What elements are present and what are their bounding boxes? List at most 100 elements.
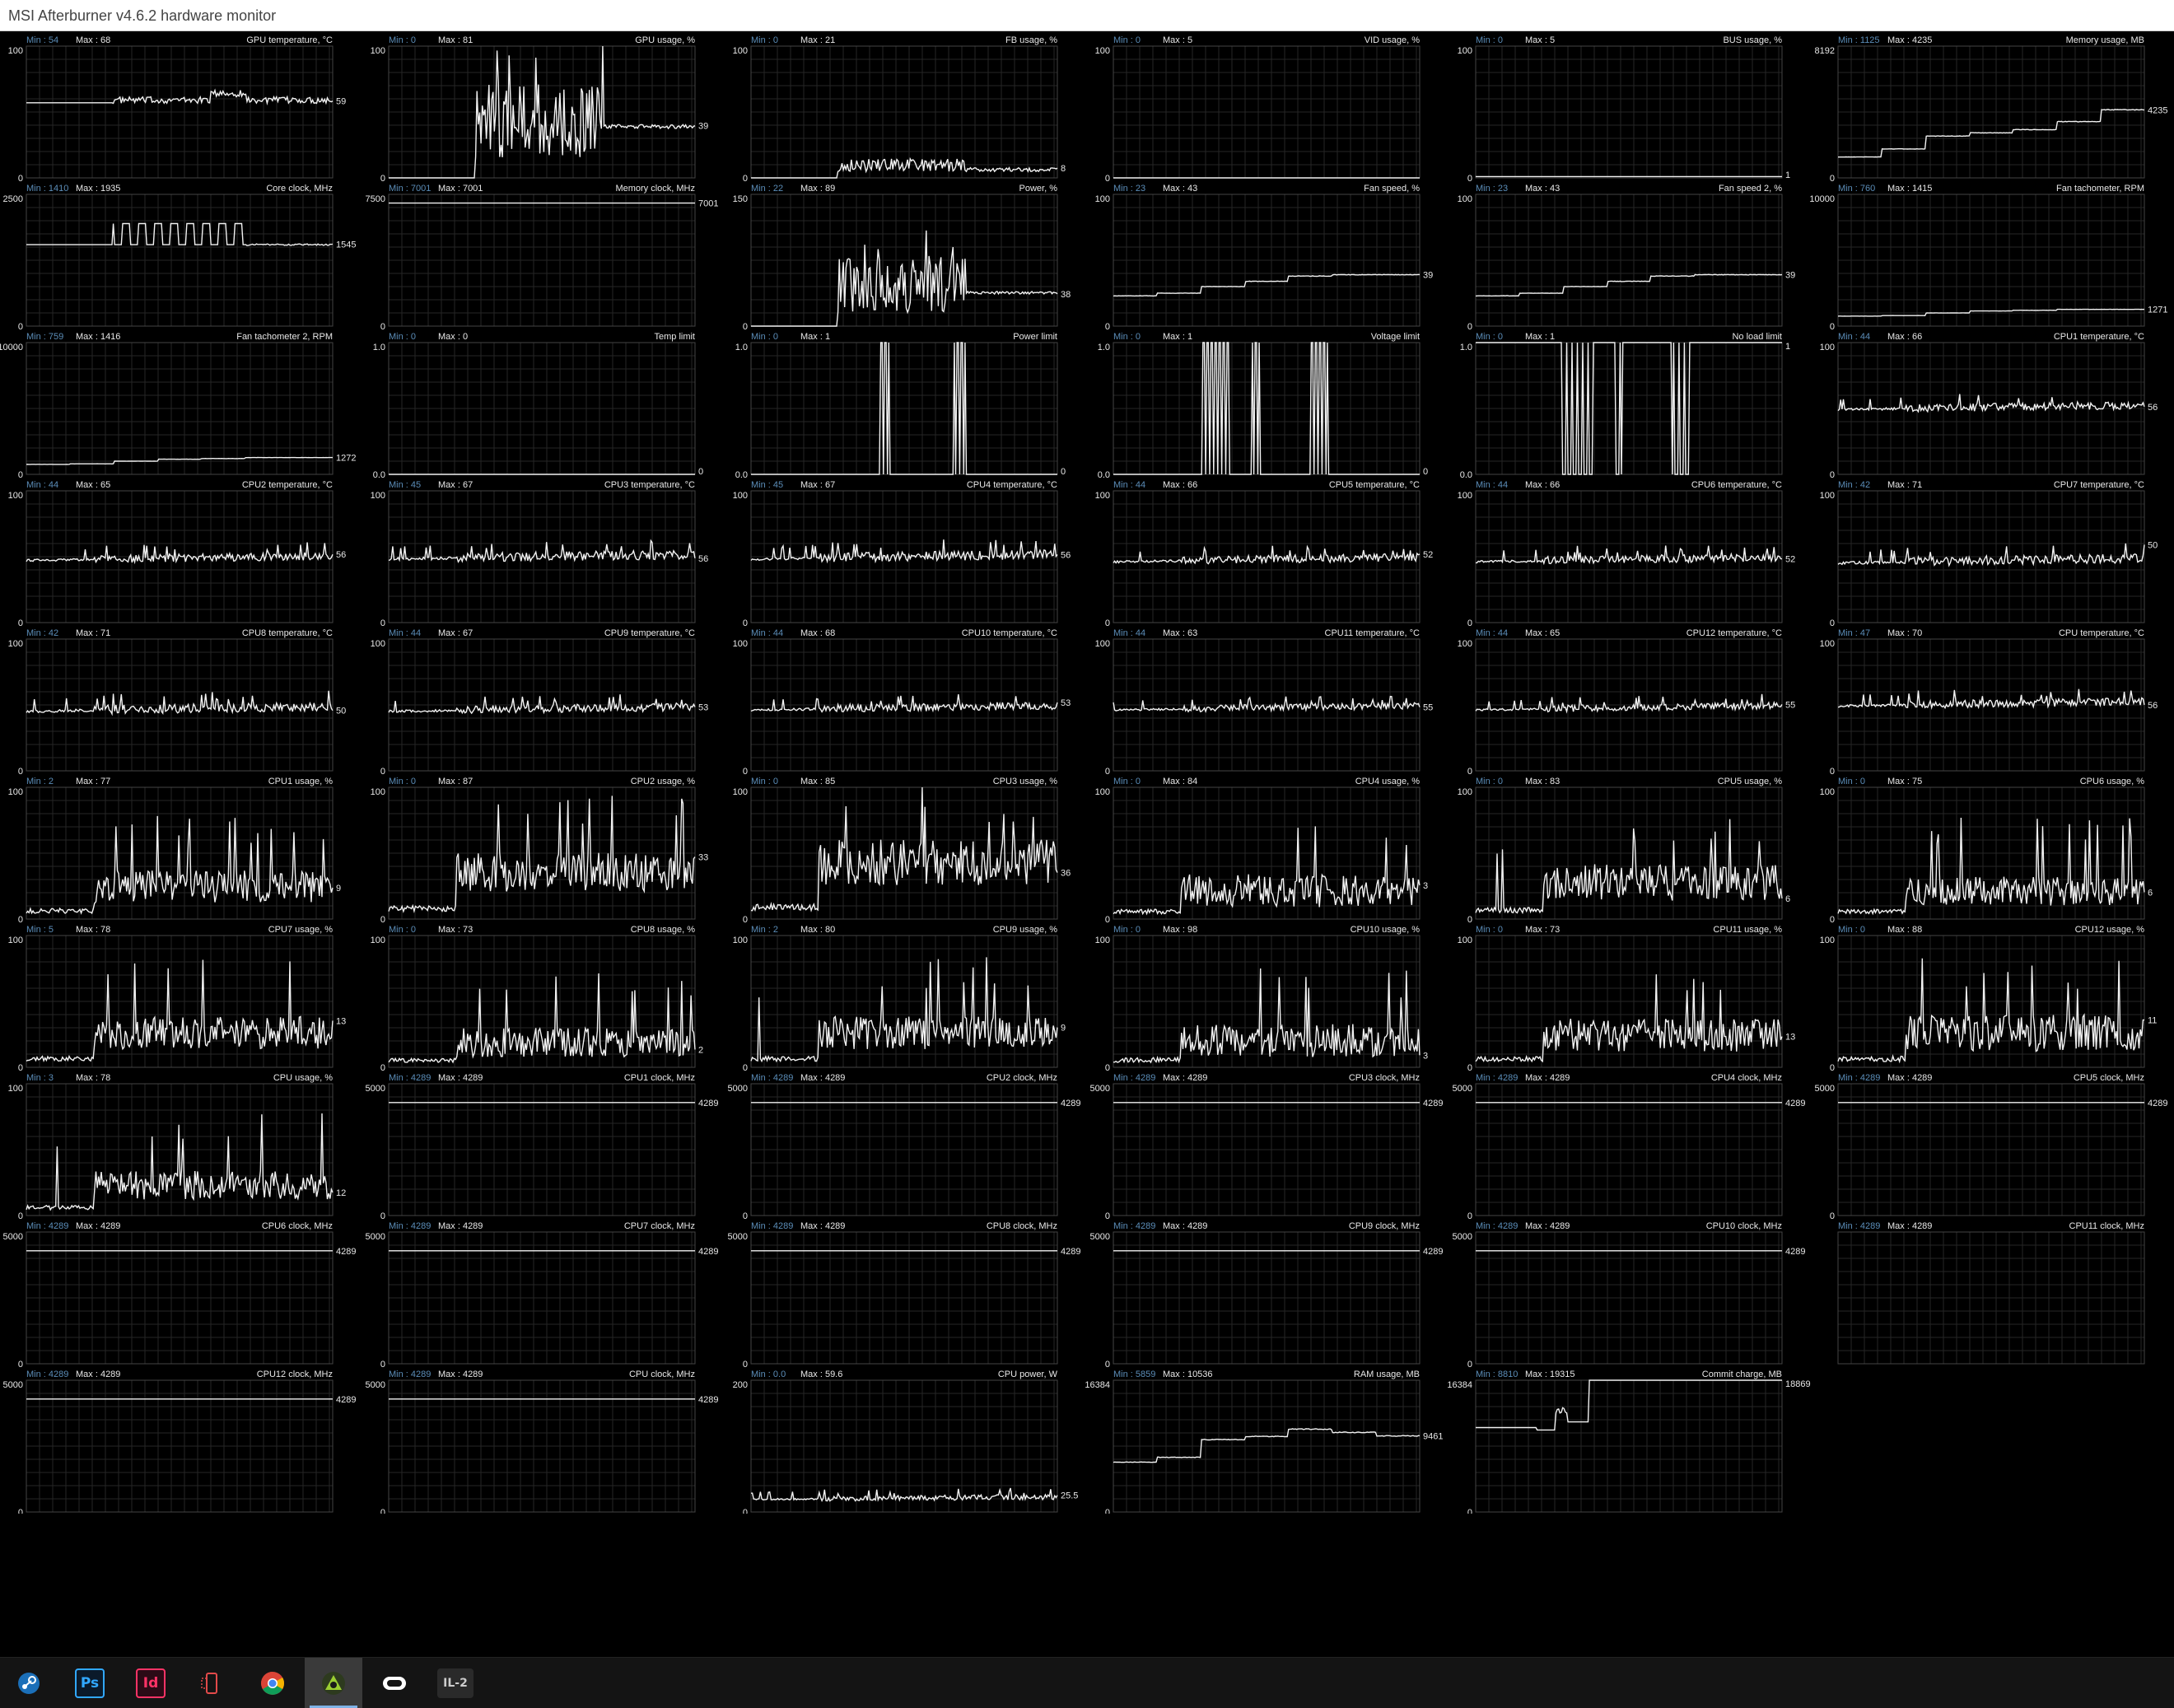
graph-scale-top: 5000 xyxy=(3,1232,23,1242)
graph-scale-bottom: 0 xyxy=(380,1360,385,1370)
graph-min-label: Min : 1125 xyxy=(1838,35,1880,45)
graph-current-value: 52 xyxy=(1423,550,1433,560)
graph-scale-top: 8192 xyxy=(1815,46,1835,56)
graph-title: CPU2 temperature, °C xyxy=(242,480,333,490)
graph-scale-bottom: 0 xyxy=(743,767,748,777)
graph-scale-top: 10000 xyxy=(1809,194,1835,204)
graph-max-label: Max : 4289 xyxy=(1525,1221,1570,1231)
graph-scale-bottom: 0 xyxy=(1467,1508,1472,1514)
graph-panel: Min : 44 Max : 66 CPU6 temperature, °C 100 0… xyxy=(1458,480,1796,628)
graph-max-label: Max : 67 xyxy=(438,480,473,490)
graph-min-label: Min : 44 xyxy=(1113,628,1145,638)
graph-scale-top: 100 xyxy=(1458,491,1472,501)
graph-title: CPU2 clock, MHz xyxy=(987,1073,1057,1083)
graph-scale-top: 100 xyxy=(371,639,385,649)
graph-scale-bottom: 0 xyxy=(1467,767,1472,777)
graph-title: CPU7 temperature, °C xyxy=(2054,480,2144,490)
graph-scale-bottom: 0 xyxy=(1467,1360,1472,1370)
il2-icon: IL-2 xyxy=(437,1668,474,1698)
graph-min-label: Min : 7001 xyxy=(389,184,431,194)
taskbar-app-phone[interactable] xyxy=(183,1658,240,1708)
graph-grid xyxy=(1475,786,1782,920)
graph-min-label: Min : 0 xyxy=(751,35,778,45)
afterburner-icon xyxy=(319,1668,348,1698)
graph-scale-top: 100 xyxy=(8,639,23,649)
graph-min-label: Min : 45 xyxy=(751,480,783,490)
graph-title: CPU5 clock, MHz xyxy=(2074,1073,2144,1083)
graph-panel: Min : 0 Max : 5 VID usage, % 100 0 xyxy=(1095,35,1421,184)
graph-line xyxy=(388,796,696,913)
graph-scale-bottom: 0 xyxy=(1105,618,1110,628)
taskbar-app-steam[interactable] xyxy=(0,1658,58,1708)
graph-scale-top: 100 xyxy=(371,936,385,945)
taskbar-app-afterburner[interactable] xyxy=(305,1658,362,1708)
graph-title: Fan speed 2, % xyxy=(1719,184,1782,194)
graph-panel: Min : 44 Max : 65 CPU2 temperature, °C 100 0… xyxy=(8,480,347,628)
graph-scale-top: 100 xyxy=(1095,936,1110,945)
graph-min-label: Min : 45 xyxy=(389,480,421,490)
graph-current-value: 0 xyxy=(1423,467,1428,477)
graph-scale-bottom: 0 xyxy=(18,767,23,777)
graph-scale-bottom: 0 xyxy=(1105,767,1110,777)
graph-title: BUS usage, % xyxy=(1723,35,1782,45)
graph-line xyxy=(26,815,334,915)
graph-panel: Min : 0 Max : 73 CPU8 usage, % 100 0 2 xyxy=(371,925,703,1073)
graph-max-label: Max : 1935 xyxy=(76,184,120,194)
graph-max-label: Max : 1416 xyxy=(76,332,120,342)
graph-panel: Min : 4289 Max : 4289 CPU6 clock, MHz 5000 0… xyxy=(3,1221,357,1370)
window-title-bar[interactable]: MSI Afterburner v4.6.2 hardware monitor xyxy=(0,0,2174,31)
graph-panel: Min : 42 Max : 71 CPU7 temperature, °C 100 0… xyxy=(1820,480,2158,628)
graph-panel: Min : 44 Max : 66 CPU1 temperature, °C 100 0… xyxy=(1820,332,2158,480)
graph-grid xyxy=(1837,490,2144,623)
graph-current-value: 6 xyxy=(2148,888,2153,898)
taskbar-app-indesign[interactable]: Id xyxy=(122,1658,180,1708)
taskbar-app-chrome[interactable] xyxy=(244,1658,301,1708)
graph-panel: Min : 0.0 Max : 59.6 CPU power, W 200 0 25.5 xyxy=(733,1370,1079,1514)
graph-panel: Min : 0 Max : 98 CPU10 usage, % 100 0 3 xyxy=(1095,925,1428,1073)
graph-line xyxy=(1837,394,2145,413)
graph-grid xyxy=(1475,194,1782,327)
graph-title: CPU1 clock, MHz xyxy=(624,1073,695,1083)
graph-line xyxy=(1113,544,1421,565)
graph-title: CPU power, W xyxy=(998,1370,1058,1379)
graph-panel: Min : 5859 Max : 10536 RAM usage, MB 16384 0… xyxy=(1085,1370,1443,1514)
graph-current-value: 55 xyxy=(1423,703,1433,713)
graph-current-value: 3 xyxy=(1423,881,1428,891)
graph-grid xyxy=(26,1231,333,1365)
graph-current-value: 4289 xyxy=(1423,1247,1443,1257)
graph-max-label: Max : 4289 xyxy=(1525,1073,1570,1083)
graph-panel: Min : 0 Max : 75 CPU6 usage, % 100 0 6 xyxy=(1820,777,2153,925)
graph-panel: Min : 0 Max : 85 CPU3 usage, % 100 0 36 xyxy=(733,777,1071,925)
graph-scale-top: 1.0 xyxy=(1098,343,1110,352)
photoshop-icon: Ps xyxy=(75,1668,105,1698)
graph-panel: Min : 4289 Max : 4289 CPU2 clock, MHz 5000 0… xyxy=(728,1073,1081,1221)
graph-current-value: 9 xyxy=(1061,1024,1066,1034)
graph-scale-top: 100 xyxy=(371,46,385,56)
graph-scale-top: 100 xyxy=(1095,639,1110,649)
graph-scale-top: 1.0 xyxy=(1460,343,1472,352)
graph-title: CPU11 clock, MHz xyxy=(2069,1221,2144,1231)
taskbar-app-photoshop[interactable]: Ps xyxy=(61,1658,119,1708)
graph-scale-bottom: 0 xyxy=(18,915,23,925)
graph-min-label: Min : 0 xyxy=(1113,925,1141,935)
taskbar-app-il2[interactable]: IL-2 xyxy=(427,1658,484,1708)
graph-scale-top: 100 xyxy=(733,639,748,649)
graph-current-value: 56 xyxy=(698,554,708,564)
hardware-monitor-graph-area[interactable]: Min : 54 Max : 68 GPU temperature, °C 100 0 5… xyxy=(0,31,2174,1514)
graph-scale-top: 100 xyxy=(371,787,385,797)
graph-grid xyxy=(26,342,333,475)
graph-panel: Min : 4289 Max : 4289 CPU5 clock, MHz 5000 0… xyxy=(1815,1073,2168,1221)
graph-max-label: Max : 4289 xyxy=(76,1221,120,1231)
graph-current-value: 4289 xyxy=(698,1247,718,1257)
graph-max-label: Max : 87 xyxy=(438,777,473,786)
taskbar-app-oculus[interactable] xyxy=(366,1658,423,1708)
graph-current-value: 50 xyxy=(336,707,346,716)
graph-scale-top: 100 xyxy=(1458,787,1472,797)
graph-scale-bottom: 0 xyxy=(1830,470,1835,480)
graph-max-label: Max : 0 xyxy=(438,332,468,342)
graph-grid xyxy=(388,638,695,772)
graph-current-value: 4289 xyxy=(1423,1099,1443,1108)
graph-scale-bottom: 0 xyxy=(1830,322,1835,332)
graph-panel: Min : 54 Max : 68 GPU temperature, °C 100 0 5… xyxy=(8,35,347,184)
graph-min-label: Min : 23 xyxy=(1113,184,1145,194)
